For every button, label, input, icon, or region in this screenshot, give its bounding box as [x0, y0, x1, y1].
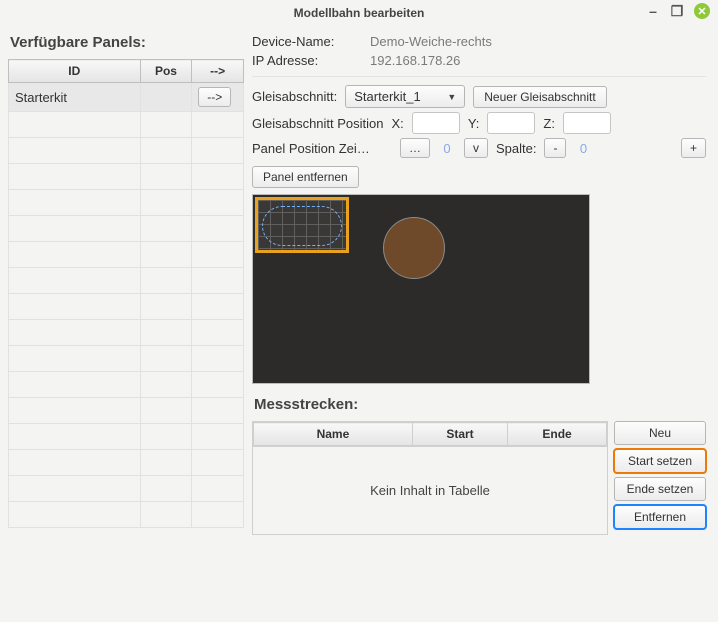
section-select-value: Starterkit_1 — [354, 89, 420, 104]
mess-start-button[interactable]: Start setzen — [614, 449, 706, 473]
mess-col-start[interactable]: Start — [412, 423, 507, 446]
col-pos[interactable]: Pos — [140, 60, 192, 83]
close-icon[interactable]: ✕ — [694, 3, 710, 19]
panel-v-button[interactable]: v — [464, 138, 488, 158]
ip-label: IP Adresse: — [252, 53, 362, 68]
panel-pos-label: Panel Position Zei… — [252, 141, 392, 156]
row-go-button[interactable]: --> — [198, 87, 231, 107]
mess-heading: Messstrecken: — [254, 396, 704, 413]
panel-minus-button[interactable]: - — [544, 138, 566, 158]
panel-col-value: 0 — [574, 141, 592, 156]
col-id[interactable]: ID — [9, 60, 141, 83]
available-panels-heading: Verfügbare Panels: — [10, 34, 242, 51]
section-y-input[interactable] — [487, 112, 535, 134]
section-select[interactable]: Starterkit_1 ▼ — [345, 85, 465, 108]
ip-value: 192.168.178.26 — [370, 53, 460, 68]
mess-col-end[interactable]: Ende — [508, 423, 607, 446]
panel-row-value: 0 — [438, 141, 456, 156]
mess-col-name[interactable]: Name — [254, 423, 413, 446]
z-label: Z: — [543, 116, 555, 131]
new-section-button[interactable]: Neuer Gleisabschnitt — [473, 86, 606, 108]
mess-empty-text: Kein Inhalt in Tabelle — [253, 446, 607, 534]
table-cell-pos[interactable] — [140, 83, 192, 112]
section-z-input[interactable] — [563, 112, 611, 134]
device-name-label: Device-Name: — [252, 34, 362, 49]
x-label: X: — [392, 116, 404, 131]
y-label: Y: — [468, 116, 480, 131]
panel-col-label: Spalte: — [496, 141, 536, 156]
available-panels-table: ID Pos --> Starterkit --> — [8, 59, 244, 528]
panel-preview — [252, 194, 590, 384]
mess-table: Name Start Ende Kein Inhalt in Tabelle — [252, 421, 608, 535]
panel-more-button[interactable]: … — [400, 138, 430, 158]
section-x-input[interactable] — [412, 112, 460, 134]
window-title: Modellbahn bearbeiten — [294, 6, 425, 20]
table-cell-go: --> — [192, 83, 244, 112]
mess-remove-button[interactable]: Entfernen — [614, 505, 706, 529]
panel-plus-button[interactable]: + — [681, 138, 706, 158]
mess-new-button[interactable]: Neu — [614, 421, 706, 445]
chevron-down-icon: ▼ — [447, 92, 456, 102]
titlebar: Modellbahn bearbeiten – ❐ ✕ — [0, 0, 718, 26]
device-name-value: Demo-Weiche-rechts — [370, 34, 492, 49]
section-pos-label: Gleisabschnitt Position — [252, 116, 384, 131]
mess-end-button[interactable]: Ende setzen — [614, 477, 706, 501]
turnout-icon[interactable] — [383, 217, 445, 279]
col-go[interactable]: --> — [192, 60, 244, 83]
section-label: Gleisabschnitt: — [252, 89, 337, 104]
minimize-icon[interactable]: – — [646, 4, 660, 18]
table-cell-id[interactable]: Starterkit — [9, 83, 141, 112]
maximize-icon[interactable]: ❐ — [670, 4, 684, 18]
mini-panel-grid[interactable] — [255, 197, 349, 253]
remove-panel-button[interactable]: Panel entfernen — [252, 166, 359, 188]
